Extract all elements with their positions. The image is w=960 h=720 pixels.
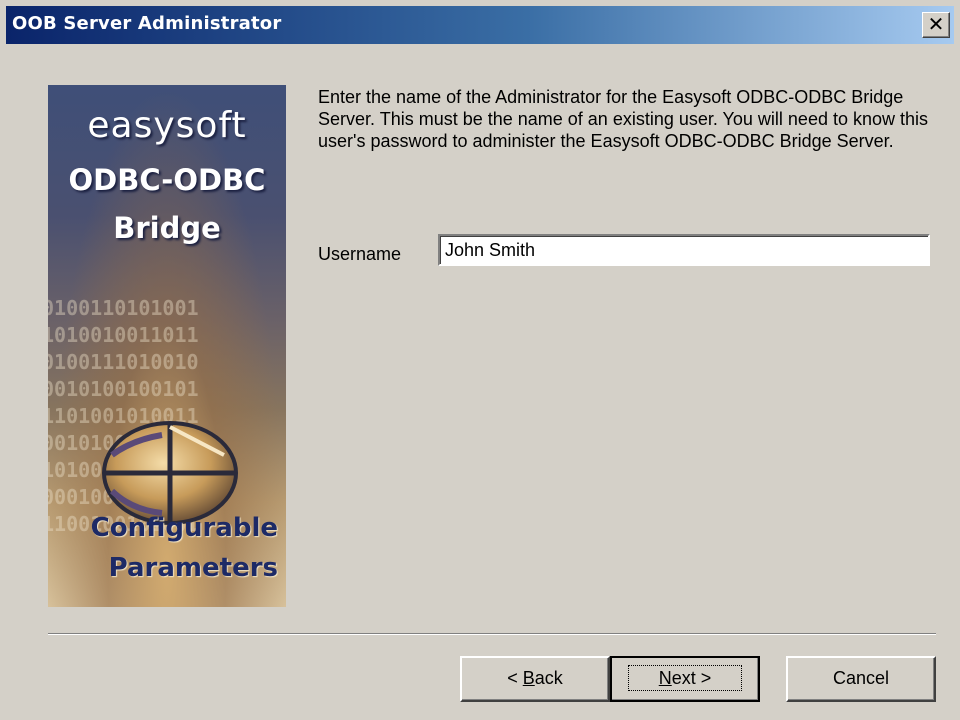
next-button-label: ext >: [671, 668, 712, 688]
wizard-window: OOB Server Administrator ✕ 0100110101001…: [0, 0, 960, 720]
back-button-prefix: <: [507, 668, 523, 688]
close-button[interactable]: ✕: [922, 12, 950, 38]
banner-footer-line1: Configurable: [90, 513, 278, 543]
back-button-label: ack: [534, 668, 563, 688]
window-title: OOB Server Administrator: [12, 13, 282, 34]
next-button-accelerator: N: [658, 668, 672, 688]
banner-brand: easysoft: [87, 105, 247, 146]
banner-product-line2: Bridge: [113, 211, 221, 245]
username-input[interactable]: [438, 234, 930, 266]
back-button[interactable]: < Back: [460, 656, 610, 702]
instructions-text: Enter the name of the Administrator for …: [318, 87, 929, 151]
title-bar[interactable]: OOB Server Administrator ✕: [6, 6, 954, 44]
next-button[interactable]: Next >: [610, 656, 760, 702]
back-button-accelerator: B: [522, 668, 535, 688]
bridge-logo-icon: [102, 421, 238, 525]
separator-line: [48, 633, 936, 635]
banner-footer-line2: Parameters: [108, 553, 278, 583]
username-label: Username: [318, 244, 402, 264]
product-banner: 0100110101001 1010010011011 010011101001…: [48, 85, 286, 607]
next-focus-rect: Next >: [627, 665, 743, 691]
close-icon: ✕: [927, 12, 945, 36]
banner-product-line1: ODBC-ODBC: [68, 163, 266, 197]
cancel-button[interactable]: Cancel: [786, 656, 936, 702]
cancel-button-label: Cancel: [832, 668, 890, 688]
